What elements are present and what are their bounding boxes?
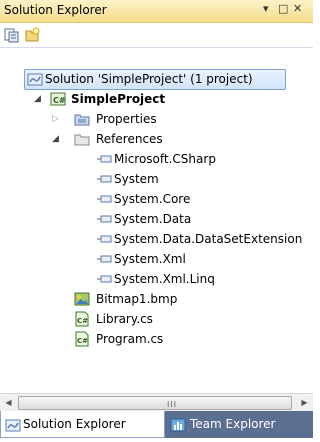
- tree-item-label: Bitmap1.bmp: [96, 292, 178, 306]
- scroll-grip: III: [167, 400, 178, 409]
- references-folder-icon: [74, 131, 90, 147]
- team-explorer-icon: [170, 416, 186, 432]
- csharp-file-icon: C#: [74, 311, 90, 327]
- tree-item-label: System.Core: [114, 192, 191, 206]
- tree-item-label: Solution 'SimpleProject' (1 project): [45, 72, 253, 86]
- solution-tree: Solution 'SimpleProject' (1 project) ◢ C…: [0, 48, 313, 375]
- scroll-right-icon[interactable]: ▶: [296, 394, 313, 411]
- tree-item-label: System.Data: [114, 212, 192, 226]
- file-item[interactable]: Bitmap1.bmp: [0, 289, 300, 309]
- show-all-files-icon[interactable]: [24, 27, 40, 43]
- svg-text:C#: C#: [53, 96, 66, 105]
- solution-icon: [27, 71, 43, 87]
- reference-icon: [96, 231, 112, 247]
- tree-item-label: Microsoft.CSharp: [114, 152, 216, 166]
- scroll-left-icon[interactable]: ◀: [0, 394, 17, 411]
- file-item[interactable]: C# Program.cs: [0, 329, 300, 349]
- solution-explorer-icon: [5, 416, 21, 432]
- reference-item[interactable]: Microsoft.CSharp: [0, 149, 313, 169]
- tree-item-label: Properties: [96, 112, 157, 126]
- properties-folder-icon: [74, 111, 90, 127]
- reference-icon: [96, 151, 112, 167]
- reference-item[interactable]: System.Xml: [0, 249, 313, 269]
- reference-icon: [96, 191, 112, 207]
- reference-item[interactable]: System.Xml.Linq: [0, 269, 313, 289]
- tree-item-solution[interactable]: Solution 'SimpleProject' (1 project): [0, 69, 300, 89]
- solution-explorer-window: Solution Explorer ▾ □ ✕ Solution 'Simple…: [0, 0, 313, 438]
- close-button[interactable]: ✕: [293, 2, 302, 15]
- tab-solution-explorer[interactable]: Solution Explorer: [0, 411, 165, 438]
- svg-text:C#: C#: [77, 317, 88, 325]
- reference-icon: [96, 211, 112, 227]
- tree-item-project[interactable]: ◢ C# SimpleProject: [0, 89, 300, 109]
- tree-item-label: SimpleProject: [71, 92, 166, 106]
- tab-label: Team Explorer: [190, 417, 276, 431]
- panel-title: Solution Explorer: [4, 3, 107, 17]
- reference-item[interactable]: System.Data: [0, 209, 313, 229]
- expand-arrow-icon[interactable]: ▷: [52, 109, 64, 129]
- csharp-file-icon: C#: [74, 331, 90, 347]
- tab-team-explorer[interactable]: Team Explorer: [164, 411, 313, 437]
- maximize-button[interactable]: □: [278, 2, 288, 15]
- tree-item-label: System.Data.DataSetExtension: [114, 232, 303, 246]
- tree-item-label: System.Xml.Linq: [114, 272, 215, 286]
- toolbar: [0, 23, 313, 48]
- properties-icon[interactable]: [4, 27, 20, 43]
- reference-icon: [96, 251, 112, 267]
- horizontal-scrollbar[interactable]: ◀ III ▶: [0, 393, 313, 411]
- csharp-project-icon: C#: [50, 91, 66, 107]
- scroll-thumb[interactable]: III: [18, 396, 292, 410]
- tree-item-label: System.Xml: [114, 252, 186, 266]
- bottom-tab-strip: Solution Explorer Team Explorer: [0, 411, 313, 438]
- file-item[interactable]: C# Library.cs: [0, 309, 300, 329]
- tree-item-label: System: [114, 172, 159, 186]
- svg-text:C#: C#: [77, 337, 88, 345]
- tree-item-references[interactable]: ◢ References: [0, 129, 300, 149]
- reference-item[interactable]: System.Core: [0, 189, 313, 209]
- tree-item-label: Program.cs: [96, 332, 164, 346]
- collapse-arrow-icon[interactable]: ◢: [52, 129, 64, 149]
- reference-icon: [96, 271, 112, 287]
- tab-label: Solution Explorer: [23, 417, 126, 431]
- tree-item-label: References: [96, 132, 163, 146]
- collapse-arrow-icon[interactable]: ◢: [34, 89, 46, 109]
- reference-item[interactable]: System: [0, 169, 313, 189]
- reference-item[interactable]: System.Data.DataSetExtension: [0, 229, 313, 249]
- tree-item-properties[interactable]: ▷ Properties: [0, 109, 300, 129]
- pin-dropdown-button[interactable]: ▾: [263, 2, 269, 15]
- bitmap-file-icon: [74, 291, 90, 307]
- reference-icon: [96, 171, 112, 187]
- tree-item-label: Library.cs: [96, 312, 153, 326]
- panel-title-bar: Solution Explorer ▾ □ ✕: [0, 0, 313, 23]
